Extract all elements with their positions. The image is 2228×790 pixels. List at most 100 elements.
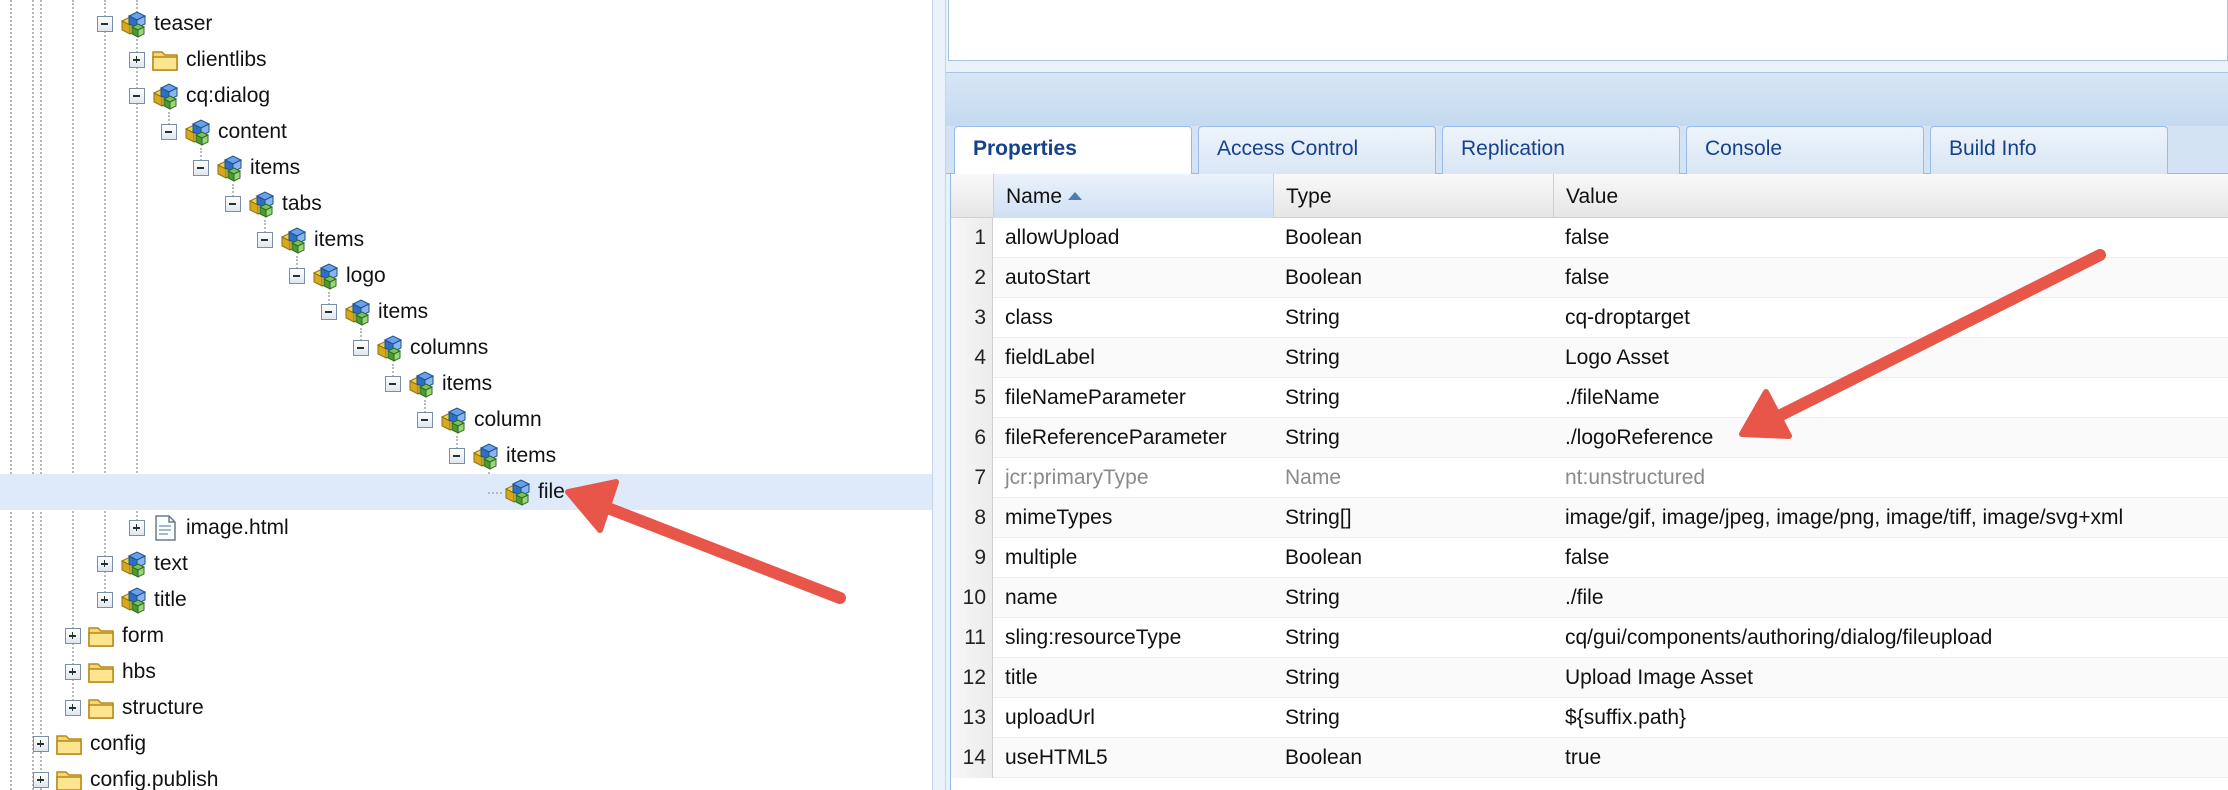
collapse-icon[interactable] — [97, 16, 113, 32]
expand-icon[interactable] — [65, 664, 81, 680]
property-name[interactable]: useHTML5 — [993, 738, 1273, 778]
property-name[interactable]: mimeTypes — [993, 498, 1273, 538]
collapse-icon[interactable] — [385, 376, 401, 392]
expand-icon[interactable] — [65, 628, 81, 644]
property-type[interactable]: String — [1273, 698, 1553, 738]
tree-node-file[interactable]: file — [0, 474, 932, 510]
tree-node-config-publish[interactable]: config.publish — [0, 762, 932, 790]
tree-node-items[interactable]: items — [0, 294, 932, 330]
tree-node-column[interactable]: column — [0, 402, 932, 438]
panel-splitter[interactable] — [932, 0, 946, 790]
property-type[interactable]: String — [1273, 578, 1553, 618]
tree-node-form[interactable]: form — [0, 618, 932, 654]
property-type[interactable]: String — [1273, 418, 1553, 458]
property-value[interactable]: Logo Asset — [1553, 338, 2228, 378]
property-row[interactable]: 4 fieldLabel String Logo Asset — [951, 338, 2228, 378]
property-row[interactable]: 8 mimeTypes String[] image/gif, image/jpeg,… — [951, 498, 2228, 538]
property-name[interactable]: fieldLabel — [993, 338, 1273, 378]
property-row[interactable]: 12 title String Upload Image Asset — [951, 658, 2228, 698]
property-value[interactable]: false — [1553, 258, 2228, 298]
property-name[interactable]: sling:resourceType — [993, 618, 1273, 658]
tree-node-items[interactable]: items — [0, 222, 932, 258]
tree-node-cq-dialog[interactable]: cq:dialog — [0, 78, 932, 114]
column-header-name[interactable]: Name — [993, 174, 1273, 218]
tree-node-tabs[interactable]: tabs — [0, 186, 932, 222]
property-type[interactable]: String — [1273, 658, 1553, 698]
property-row[interactable]: 3 class String cq-droptarget — [951, 298, 2228, 338]
property-row[interactable]: 9 multiple Boolean false — [951, 538, 2228, 578]
property-row[interactable]: 7 jcr:primaryType Name nt:unstructured — [951, 458, 2228, 498]
property-name[interactable]: fileNameParameter — [993, 378, 1273, 418]
tree-node-image-html[interactable]: image.html — [0, 510, 932, 546]
property-value[interactable]: ./fileName — [1553, 378, 2228, 418]
property-row[interactable]: 5 fileNameParameter String ./fileName — [951, 378, 2228, 418]
property-row[interactable]: 14 useHTML5 Boolean true — [951, 738, 2228, 778]
collapse-icon[interactable] — [417, 412, 433, 428]
property-type[interactable]: String — [1273, 378, 1553, 418]
property-name[interactable]: title — [993, 658, 1273, 698]
tree-node-items[interactable]: items — [0, 366, 932, 402]
expand-icon[interactable] — [97, 556, 113, 572]
property-type[interactable]: Name — [1273, 458, 1553, 498]
tree-node-config[interactable]: config — [0, 726, 932, 762]
tree-node-structure[interactable]: structure — [0, 690, 932, 726]
property-type[interactable]: String — [1273, 618, 1553, 658]
collapse-icon[interactable] — [257, 232, 273, 248]
expand-icon[interactable] — [33, 736, 49, 752]
property-value[interactable]: false — [1553, 218, 2228, 258]
collapse-icon[interactable] — [161, 124, 177, 140]
property-type[interactable]: Boolean — [1273, 258, 1553, 298]
expand-icon[interactable] — [129, 520, 145, 536]
property-name[interactable]: allowUpload — [993, 218, 1273, 258]
tab-replication[interactable]: Replication — [1442, 126, 1680, 174]
property-name[interactable]: fileReferenceParameter — [993, 418, 1273, 458]
property-row[interactable]: 10 name String ./file — [951, 578, 2228, 618]
tab-build-info[interactable]: Build Info — [1930, 126, 2168, 174]
expand-icon[interactable] — [129, 52, 145, 68]
property-row[interactable]: 11 sling:resourceType String cq/gui/compone… — [951, 618, 2228, 658]
property-name[interactable]: uploadUrl — [993, 698, 1273, 738]
property-value[interactable]: cq/gui/components/authoring/dialog/fileu… — [1553, 618, 2228, 658]
expand-icon[interactable] — [65, 700, 81, 716]
column-header-type[interactable]: Type — [1273, 174, 1553, 218]
property-name[interactable]: jcr:primaryType — [993, 458, 1273, 498]
property-value[interactable]: ./logoReference — [1553, 418, 2228, 458]
column-header-value[interactable]: Value — [1553, 174, 2228, 218]
property-value[interactable]: image/gif, image/jpeg, image/png, image/… — [1553, 498, 2228, 538]
property-type[interactable]: Boolean — [1273, 218, 1553, 258]
property-row[interactable]: 2 autoStart Boolean false — [951, 258, 2228, 298]
tree-node-content[interactable]: content — [0, 114, 932, 150]
tab-console[interactable]: Console — [1686, 126, 1924, 174]
property-value[interactable]: ./file — [1553, 578, 2228, 618]
tree-node-clientlibs[interactable]: clientlibs — [0, 42, 932, 78]
property-row[interactable]: 13 uploadUrl String ${suffix.path} — [951, 698, 2228, 738]
property-type[interactable]: Boolean — [1273, 738, 1553, 778]
property-row[interactable]: 6 fileReferenceParameter String ./logoRefer… — [951, 418, 2228, 458]
tree-node-teaser[interactable]: teaser — [0, 6, 932, 42]
tree-node-columns[interactable]: columns — [0, 330, 932, 366]
collapse-icon[interactable] — [449, 448, 465, 464]
property-value[interactable]: ${suffix.path} — [1553, 698, 2228, 738]
property-value[interactable]: false — [1553, 538, 2228, 578]
property-value[interactable]: true — [1553, 738, 2228, 778]
tree-node-logo[interactable]: logo — [0, 258, 932, 294]
collapse-icon[interactable] — [129, 88, 145, 104]
expand-icon[interactable] — [33, 772, 49, 788]
collapse-icon[interactable] — [193, 160, 209, 176]
property-value[interactable]: nt:unstructured — [1553, 458, 2228, 498]
tree-node-hbs[interactable]: hbs — [0, 654, 932, 690]
tab-properties[interactable]: Properties — [954, 126, 1192, 175]
tab-access-control[interactable]: Access Control — [1198, 126, 1436, 174]
tree-node-items[interactable]: items — [0, 150, 932, 186]
property-name[interactable]: autoStart — [993, 258, 1273, 298]
collapse-icon[interactable] — [353, 340, 369, 356]
property-name[interactable]: multiple — [993, 538, 1273, 578]
property-name[interactable]: class — [993, 298, 1273, 338]
property-row[interactable]: 1 allowUpload Boolean false — [951, 218, 2228, 258]
collapse-icon[interactable] — [225, 196, 241, 212]
expand-icon[interactable] — [97, 592, 113, 608]
property-type[interactable]: String — [1273, 338, 1553, 378]
tree-node-title[interactable]: title — [0, 582, 932, 618]
property-type[interactable]: Boolean — [1273, 538, 1553, 578]
tree-node-items[interactable]: items — [0, 438, 932, 474]
